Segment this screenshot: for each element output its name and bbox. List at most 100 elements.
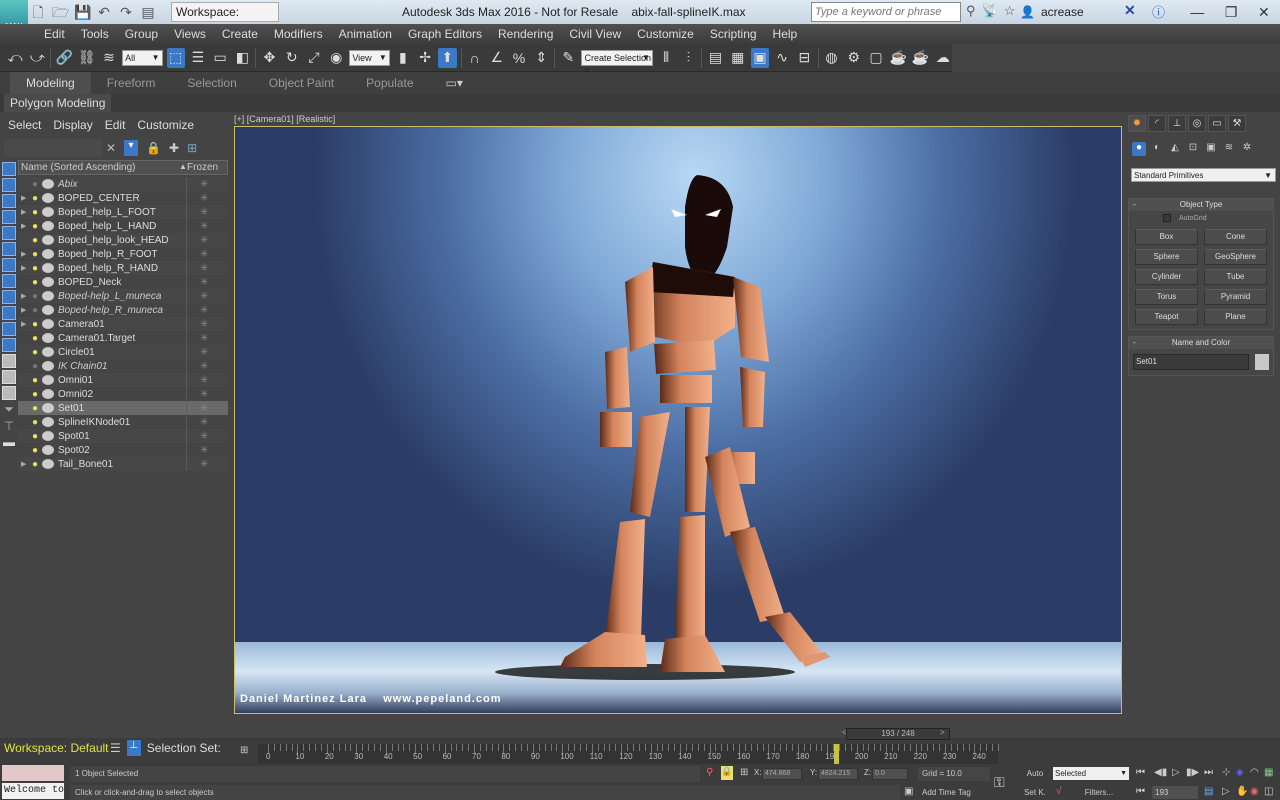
- viewport-label[interactable]: [+] [Camera01] [Realistic]: [234, 114, 335, 126]
- menu-create[interactable]: Create: [214, 24, 266, 44]
- frozen-icon[interactable]: ✳: [200, 403, 208, 414]
- frozen-icon[interactable]: ✳: [200, 221, 208, 232]
- spinner-snap-icon[interactable]: ⇕: [532, 48, 550, 68]
- frozen-icon[interactable]: ✳: [200, 179, 208, 190]
- user-account[interactable]: 👤 acrease: [1020, 2, 1084, 22]
- explorer-row[interactable]: ▶ ● BOPED_CENTER ✳: [18, 191, 228, 205]
- display-geometry-icon[interactable]: [2, 162, 16, 176]
- percent-snap-icon[interactable]: %: [510, 48, 528, 68]
- clear-search-icon[interactable]: ✕: [106, 141, 116, 155]
- key-filters-button[interactable]: Filters...: [1070, 786, 1128, 800]
- display-shapes-icon[interactable]: [2, 178, 16, 192]
- explorer-row[interactable]: ▶ ● Boped-help_R_muneca ✳: [18, 303, 228, 317]
- scale-icon[interactable]: ⤢: [305, 48, 323, 68]
- explorer-row[interactable]: ▶ ● Boped_help_L_FOOT ✳: [18, 205, 228, 219]
- cameras-icon[interactable]: ⊡: [1186, 142, 1200, 156]
- visibility-bulb-icon[interactable]: ●: [30, 221, 40, 232]
- hierarchy-tab-icon[interactable]: ⊥: [1168, 115, 1186, 132]
- frozen-icon[interactable]: ✳: [200, 249, 208, 260]
- explorer-row[interactable]: ▶ ● Tail_Bone01 ✳: [18, 457, 228, 471]
- track-bar[interactable]: 0 10 20 30 40 50 60 70 80 90 100 110 120 130 140 150 160…: [258, 744, 999, 764]
- render-in-cloud-icon[interactable]: ☁: [934, 48, 952, 68]
- systems-icon[interactable]: ✲: [1240, 142, 1254, 156]
- explorer-row[interactable]: ▶ ● Boped_help_L_HAND ✳: [18, 219, 228, 233]
- display-cameras-icon[interactable]: [2, 210, 16, 224]
- render-setup-icon[interactable]: ⚙: [845, 48, 863, 68]
- sphere-button[interactable]: Sphere: [1135, 249, 1198, 265]
- help-icon[interactable]: ⓘ: [1152, 2, 1165, 21]
- frozen-icon[interactable]: ✳: [200, 207, 208, 218]
- filter-selected-icon[interactable]: ▾: [124, 140, 139, 156]
- window-crossing-icon[interactable]: ◧: [233, 48, 251, 68]
- time-slider[interactable]: 193 / 248: [846, 728, 950, 740]
- manipulate-icon[interactable]: ✢: [416, 48, 434, 68]
- binoculars-icon[interactable]: ⚲: [966, 3, 976, 19]
- visibility-bulb-icon[interactable]: ●: [30, 375, 40, 386]
- expand-icon[interactable]: ▶: [18, 264, 30, 272]
- min-max-toggle-icon[interactable]: ◫: [1264, 786, 1273, 797]
- motion-tab-icon[interactable]: ◎: [1188, 115, 1206, 132]
- x-coordinate[interactable]: 474.868: [762, 768, 802, 780]
- align-icon[interactable]: ⫶: [679, 48, 697, 68]
- pyramid-button[interactable]: Pyramid: [1204, 289, 1267, 305]
- visibility-bulb-icon[interactable]: ●: [30, 333, 40, 344]
- expand-icon[interactable]: ▶: [18, 306, 30, 314]
- expand-icon[interactable]: ▶: [18, 222, 30, 230]
- select-by-name-icon[interactable]: ☰: [189, 48, 207, 68]
- favorites-star-icon[interactable]: ☆: [1004, 3, 1016, 19]
- explorer-row[interactable]: ● IK Chain01 ✳: [18, 359, 228, 373]
- menu-tools[interactable]: Tools: [73, 24, 117, 44]
- link-icon[interactable]: 🔗: [55, 48, 73, 68]
- explorer-row[interactable]: ▶ ● Boped_help_R_FOOT ✳: [18, 247, 228, 261]
- select-place-icon[interactable]: ◉: [327, 48, 345, 68]
- viewport-camera01[interactable]: [234, 126, 1122, 714]
- polygon-modeling-panel[interactable]: Polygon Modeling: [4, 94, 112, 112]
- menu-scripting[interactable]: Scripting: [702, 24, 765, 44]
- visibility-bulb-icon[interactable]: ●: [30, 347, 40, 358]
- frozen-icon[interactable]: ✳: [200, 375, 208, 386]
- column-name[interactable]: Name (Sorted Ascending): [21, 162, 136, 173]
- display-xrefs-icon[interactable]: [2, 274, 16, 288]
- frozen-icon[interactable]: ✳: [200, 417, 208, 428]
- bind-space-warp-icon[interactable]: ≋: [100, 48, 118, 68]
- maxscript-listener-output[interactable]: [2, 765, 64, 781]
- close-icon[interactable]: ✕: [1258, 4, 1270, 21]
- torus-button[interactable]: Torus: [1135, 289, 1198, 305]
- explorer-row[interactable]: ● Set01 ✳: [18, 401, 228, 415]
- frozen-icon[interactable]: ✳: [200, 333, 208, 344]
- ribbon-options-icon[interactable]: ▭▾: [430, 72, 479, 94]
- pan-icon[interactable]: ✋: [1236, 786, 1248, 797]
- lock-icon[interactable]: 🔒: [146, 141, 161, 155]
- display-none-icon[interactable]: [2, 370, 16, 384]
- tab-populate[interactable]: Populate: [350, 72, 429, 94]
- maxscript-mini-listener[interactable]: Welcome to: [2, 783, 64, 799]
- visibility-bulb-icon[interactable]: ●: [30, 417, 40, 428]
- frozen-icon[interactable]: ✳: [200, 235, 208, 246]
- z-coordinate[interactable]: 0.0: [872, 768, 908, 780]
- menu-rendering[interactable]: Rendering: [490, 24, 561, 44]
- workspace-selector[interactable]: Workspace: Default: [4, 740, 109, 756]
- named-selection-dropdown[interactable]: Create Selection S: [581, 49, 653, 77]
- expand-icon[interactable]: ▶: [18, 208, 30, 216]
- create-tab-icon[interactable]: ✹: [1128, 115, 1146, 132]
- maximize-toggle-icon[interactable]: ▦: [1264, 767, 1273, 778]
- display-frozen-icon[interactable]: [2, 322, 16, 336]
- explorer-menu-select[interactable]: Select: [4, 118, 45, 132]
- auto-key-button[interactable]: Auto: [1022, 767, 1048, 781]
- go-to-end-icon[interactable]: ⏭: [1204, 767, 1213, 778]
- time-slider-next[interactable]: >: [940, 728, 950, 740]
- menu-edit[interactable]: Edit: [36, 24, 73, 44]
- set-key-button[interactable]: Set K.: [1022, 786, 1048, 800]
- visibility-bulb-icon[interactable]: ●: [30, 179, 40, 190]
- visibility-bulb-icon[interactable]: ●: [30, 235, 40, 246]
- explorer-search-input[interactable]: [4, 139, 102, 157]
- material-editor-icon[interactable]: ◍: [822, 48, 840, 68]
- field-of-view-icon[interactable]: ◠: [1250, 767, 1259, 778]
- search-input[interactable]: Type a keyword or phrase: [811, 2, 961, 22]
- go-to-start-icon[interactable]: ⏮: [1136, 767, 1145, 778]
- restore-icon[interactable]: ❐: [1225, 4, 1238, 21]
- mirror-icon[interactable]: ⫴: [657, 48, 675, 68]
- display-all-icon[interactable]: [2, 354, 16, 368]
- playhead[interactable]: [834, 744, 840, 764]
- key-mode-dropdown[interactable]: Selected: [1053, 767, 1129, 780]
